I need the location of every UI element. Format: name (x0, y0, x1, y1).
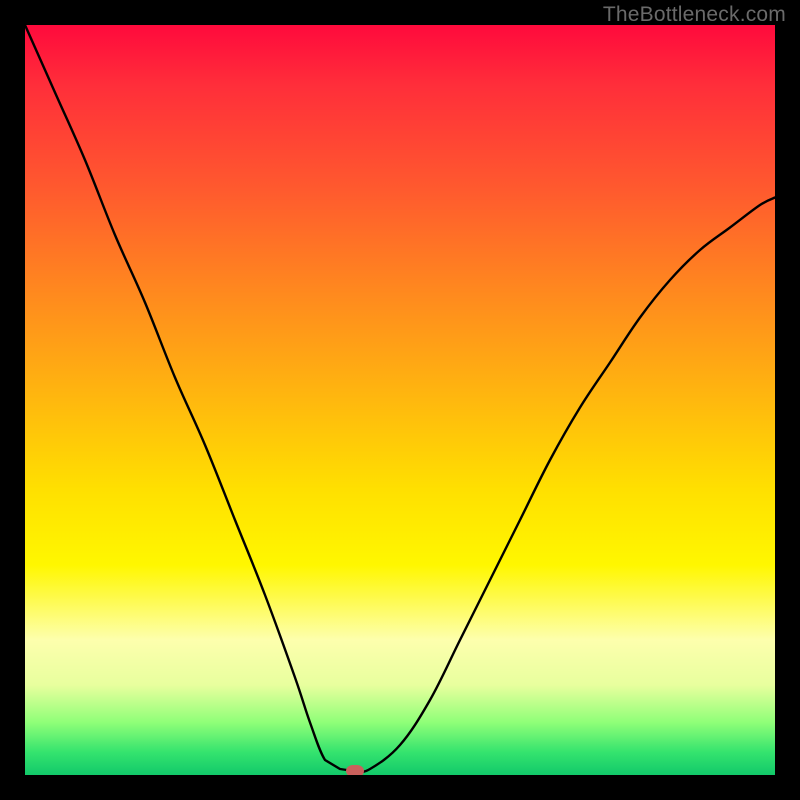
chart-stage: TheBottleneck.com (0, 0, 800, 800)
plot-area (25, 25, 775, 775)
watermark-text: TheBottleneck.com (603, 3, 786, 27)
bottleneck-curve (25, 25, 775, 775)
curve-path (25, 25, 775, 772)
optimum-marker (346, 765, 364, 776)
